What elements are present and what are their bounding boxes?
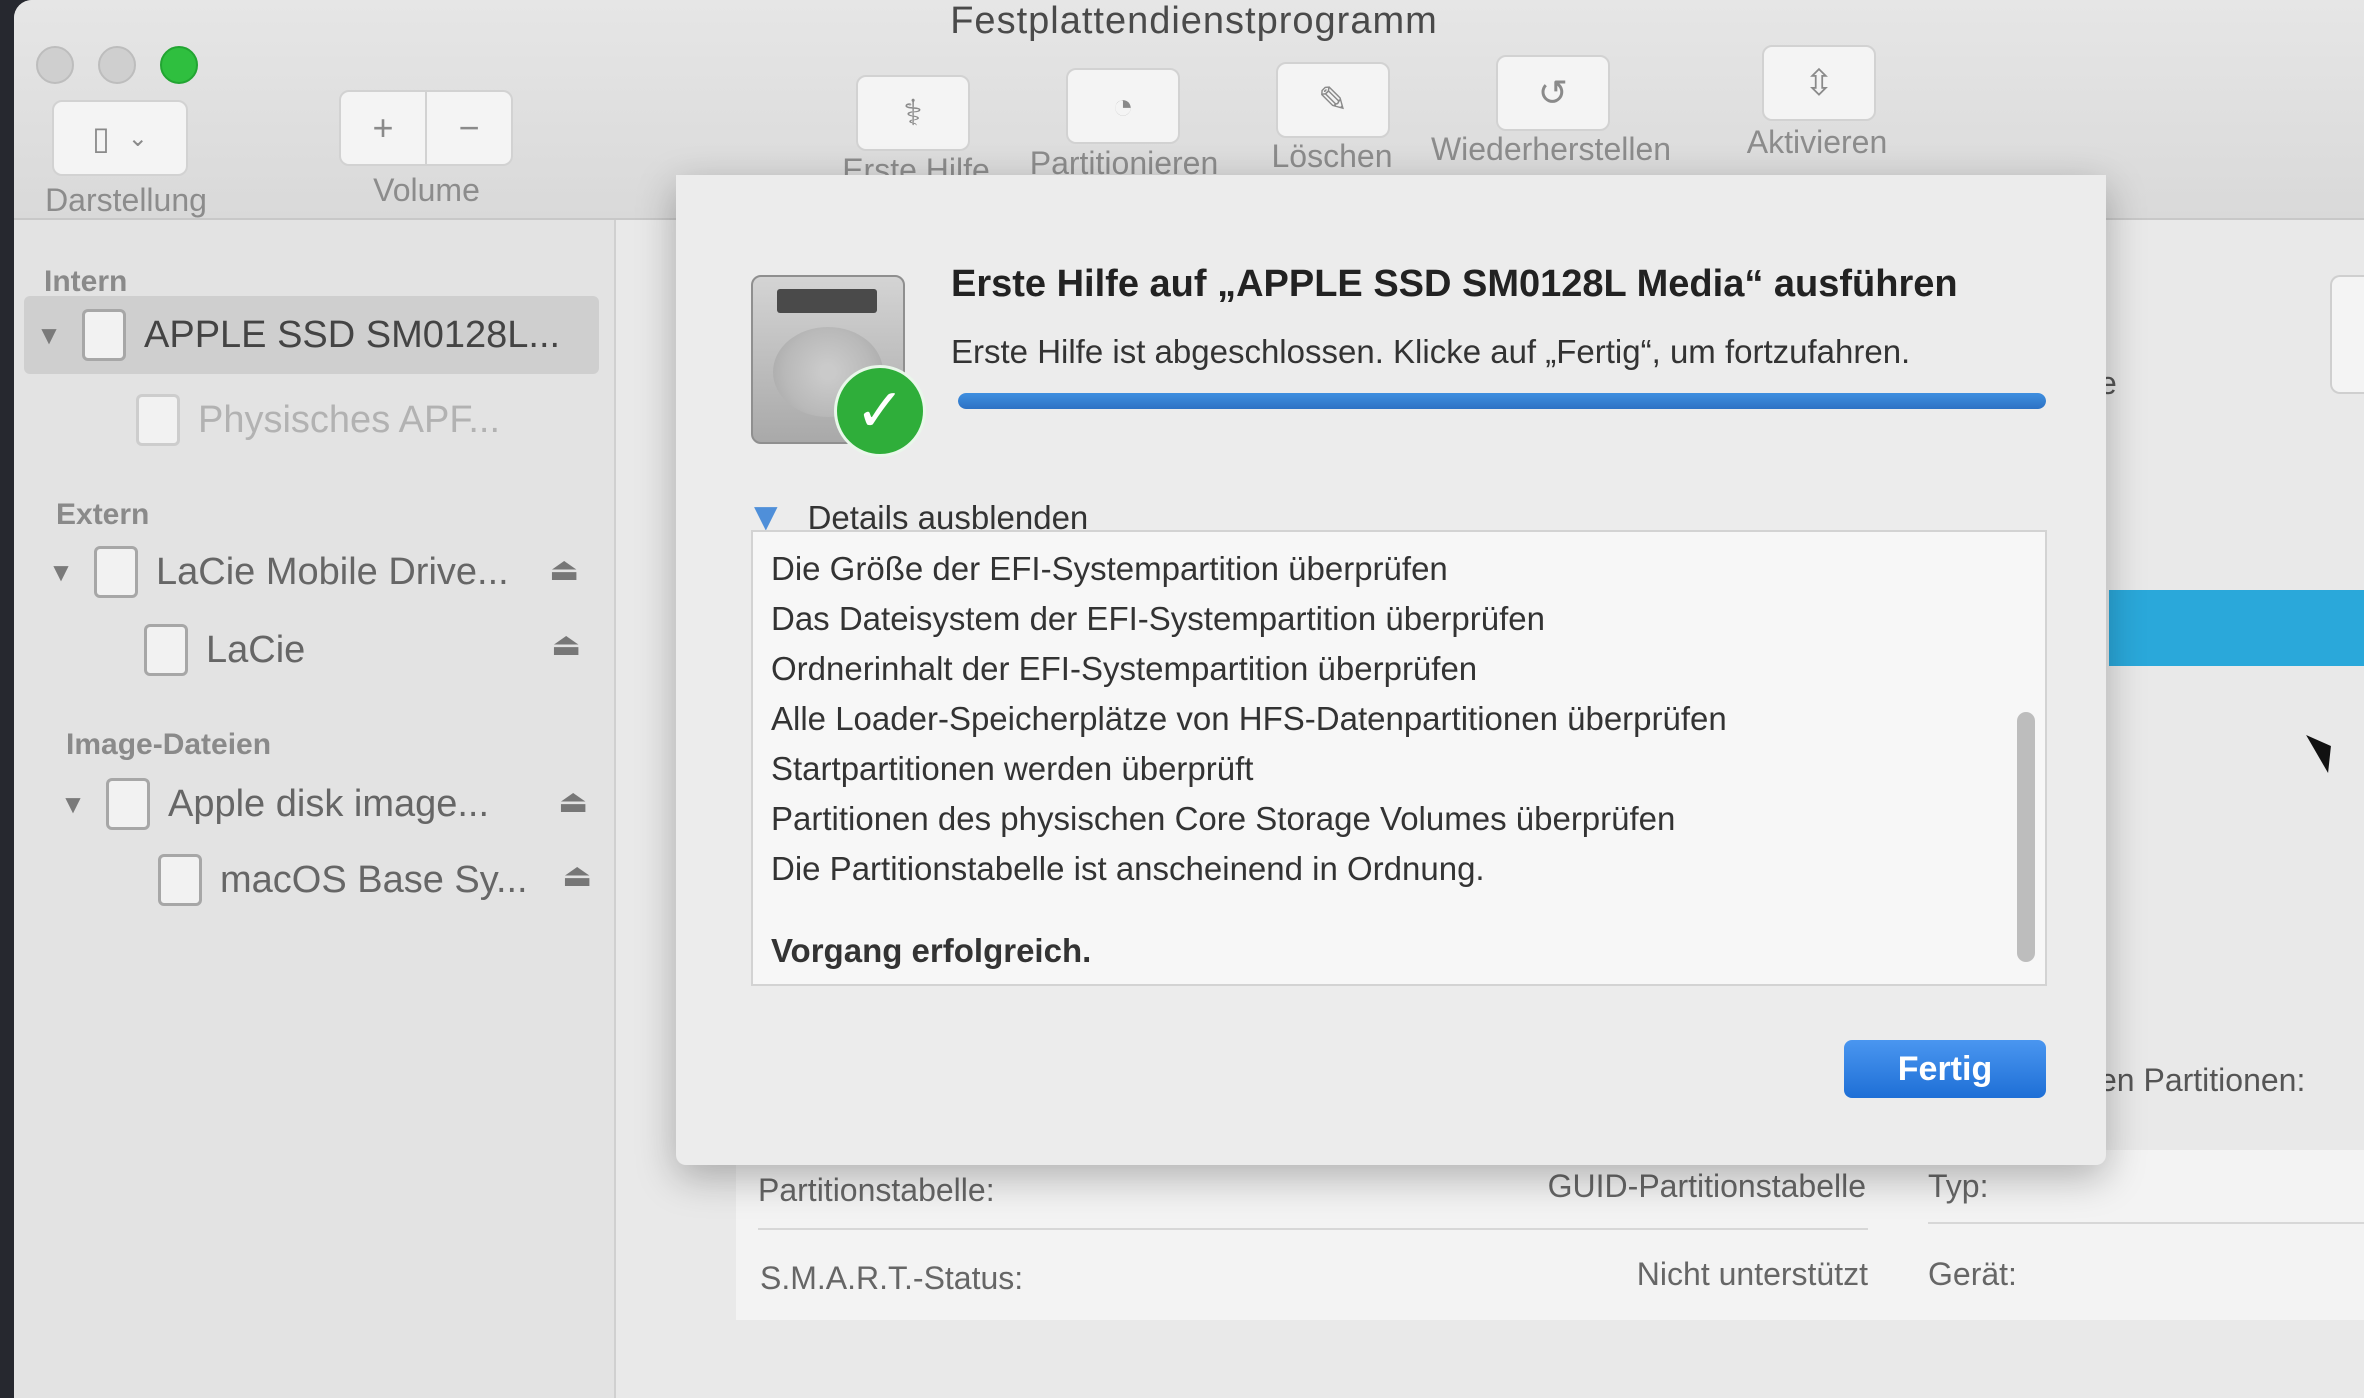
eject-icon[interactable]: ⏏ [562, 856, 592, 894]
disk-image-icon [106, 778, 150, 830]
log-line: Das Dateisystem der EFI-Systempartition … [771, 600, 1545, 637]
sidebar-toggle-icon: ▯ [92, 120, 110, 156]
restore-label: Wiederherstellen [1430, 131, 1672, 167]
zoom-window-button[interactable] [160, 46, 198, 84]
scrollbar-thumb[interactable] [2017, 712, 2035, 962]
disclosure-triangle-icon[interactable]: ▼ [34, 320, 64, 351]
log-line: Ordnerinhalt der EFI-Systempartition übe… [771, 650, 1478, 687]
details-log[interactable]: Die Größe der EFI-Systempartition überpr… [751, 530, 2047, 986]
view-mode-button[interactable]: ▯ ⌄ [52, 100, 188, 176]
sheet-title: Erste Hilfe auf „APPLE SSD SM0128L Media… [951, 263, 1958, 305]
log-line: Die Größe der EFI-Systempartition überpr… [771, 550, 1448, 587]
erase-button[interactable]: ✎ [1276, 62, 1390, 138]
sidebar-item-label: LaCie Mobile Drive... [156, 550, 509, 593]
first-aid-button[interactable]: ⚕ [856, 75, 970, 151]
type-label: Typ: [1928, 1168, 1989, 1204]
stethoscope-icon: ⚕ [903, 92, 923, 133]
done-button[interactable]: Fertig [1844, 1040, 2046, 1098]
sidebar: Intern ▼ APPLE SSD SM0128L... Physisches… [14, 220, 616, 1398]
progress-bar [958, 393, 2046, 409]
sidebar-item-label: Apple disk image... [168, 782, 490, 825]
log-line: Startpartitionen werden überprüft [771, 750, 1254, 787]
restore-button[interactable]: ↺ [1496, 55, 1610, 131]
external-disk-icon [94, 546, 138, 598]
section-intern: Intern [44, 265, 128, 298]
volume-label: Volume [373, 172, 480, 208]
remove-volume-button[interactable]: − [425, 90, 513, 166]
partition-table-value: GUID-Partitionstabelle [1547, 1168, 1866, 1204]
divider [758, 1228, 1868, 1230]
restore-icon: ↺ [1537, 72, 1569, 113]
eject-icon[interactable]: ⏏ [549, 550, 579, 588]
volume-icon [158, 854, 202, 906]
eject-icon[interactable]: ⏏ [558, 782, 588, 820]
device-label: Gerät: [1928, 1256, 2017, 1292]
minimize-window-button[interactable] [98, 46, 136, 84]
erase-label: Löschen [1271, 138, 1393, 174]
sidebar-item-label: LaCie [206, 628, 306, 671]
window-title: Festplattendienstprogramm [950, 0, 1438, 42]
plus-icon: + [372, 107, 394, 148]
log-line: Partitionen des physischen Core Storage … [771, 800, 1676, 837]
smart-status-value: Nicht unterstützt [1636, 1256, 1868, 1292]
view-mode-label: Darstellung [45, 182, 207, 218]
sidebar-item-lacie[interactable]: LaCie [144, 620, 305, 680]
log-line: Alle Loader-Speicherplätze von HFS-Daten… [771, 700, 1727, 737]
disk-utility-window: Festplattendienstprogramm ▯ ⌄ Darstellun… [14, 0, 2364, 1398]
pie-chart-icon: ◔ [1112, 85, 1134, 126]
sidebar-item-physisches-apfs[interactable]: Physisches APF... [136, 390, 500, 450]
sidebar-item-apple-ssd[interactable]: ▼ APPLE SSD SM0128L... [24, 296, 599, 374]
sidebar-item-label: APPLE SSD SM0128L... [144, 313, 561, 356]
add-volume-button[interactable]: + [339, 90, 427, 166]
partition-usage-bar [2109, 590, 2364, 666]
chevron-down-icon: ⌄ [127, 124, 148, 152]
partition-table-label: Partitionstabelle: [758, 1172, 995, 1208]
sidebar-item-lacie-mobile[interactable]: ▼ LaCie Mobile Drive... [46, 542, 509, 602]
smart-status-label: S.M.A.R.T.-Status: [760, 1260, 1024, 1296]
internal-disk-icon [82, 309, 126, 361]
disclosure-triangle-icon[interactable]: ▼ [46, 557, 76, 588]
first-aid-sheet: ✓ Erste Hilfe auf „APPLE SSD SM0128L Med… [676, 175, 2106, 1165]
sidebar-item-label: Physisches APF... [198, 398, 501, 441]
disclosure-triangle-icon[interactable]: ▼ [58, 789, 88, 820]
eject-icon[interactable]: ⏏ [551, 625, 581, 663]
disk-info-panel: Partitionstabelle: GUID-Partitionstabell… [736, 1150, 2364, 1320]
detail-box-partial [2330, 275, 2364, 394]
partition-button[interactable]: ◔ [1066, 68, 1180, 144]
log-line: Die Partitionstabelle ist anscheinend in… [771, 850, 1485, 887]
close-window-button[interactable] [36, 46, 74, 84]
sidebar-item-macos-base-system[interactable]: macOS Base Sy... [158, 850, 528, 910]
mount-icon: ⇳ [1803, 62, 1835, 103]
partitions-count-label: en Partitionen: [2099, 1062, 2306, 1098]
erase-icon: ✎ [1317, 79, 1349, 120]
progress-fill [958, 393, 2046, 409]
volume-icon [144, 624, 188, 676]
sidebar-item-apple-disk-image[interactable]: ▼ Apple disk image... [58, 774, 489, 834]
mount-label: Aktivieren [1746, 124, 1888, 160]
volume-icon [136, 394, 180, 446]
section-image-files: Image-Dateien [66, 728, 272, 761]
mount-button[interactable]: ⇳ [1762, 45, 1876, 121]
checkmark-icon: ✓ [834, 365, 926, 457]
minus-icon: − [458, 107, 480, 148]
sidebar-item-label: macOS Base Sy... [220, 858, 528, 901]
divider [1928, 1222, 2364, 1224]
section-extern: Extern [56, 498, 150, 531]
sheet-message: Erste Hilfe ist abgeschlossen. Klicke au… [951, 333, 1911, 370]
result-line: Vorgang erfolgreich. [771, 932, 1092, 969]
